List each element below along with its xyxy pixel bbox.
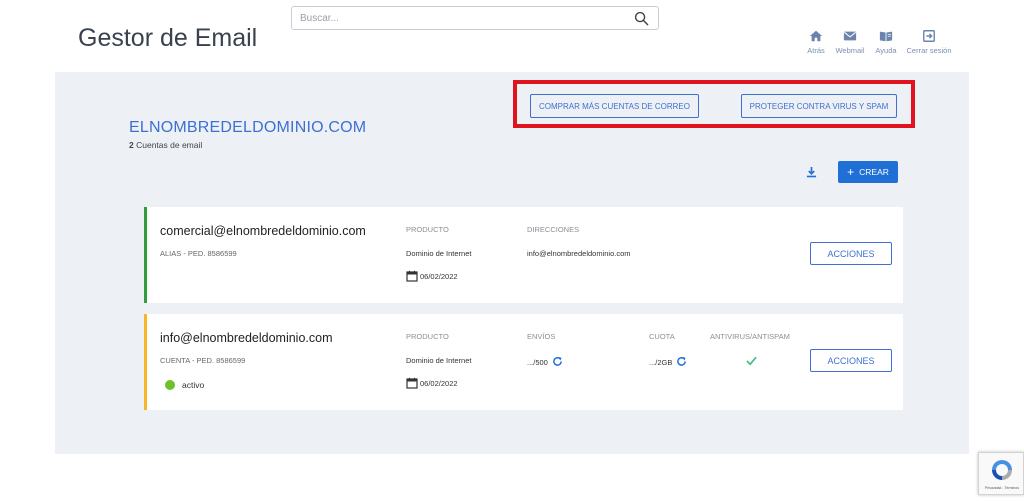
quota-header: CUOTA — [649, 332, 675, 341]
account-card-info: info@elnombredeldominio.com CUENTA - PED… — [144, 314, 903, 410]
date-value: 06/02/2022 — [420, 378, 458, 388]
antivirus-header: ANTIVIRUS/ANTISPAM — [710, 332, 790, 341]
actions-button[interactable]: ACCIONES — [810, 349, 892, 372]
product-header: PRODUCTO — [406, 225, 449, 234]
mail-icon — [843, 31, 857, 41]
plus-icon: + — [847, 165, 855, 179]
nav-back-label: Atrás — [807, 46, 825, 55]
quota-value: .../2GB — [649, 356, 687, 367]
search-box[interactable] — [291, 6, 659, 30]
account-card-comercial: comercial@elnombredeldominio.com ALIAS -… — [144, 207, 903, 303]
account-count: 2 Cuentas de email — [129, 140, 202, 150]
app-title: Gestor de Email — [78, 24, 258, 52]
sends-text: .../500 — [527, 358, 548, 367]
calendar-icon — [406, 377, 418, 389]
account-subtitle: CUENTA - PED. 8586599 — [160, 356, 246, 365]
account-email: comercial@elnombredeldominio.com — [160, 224, 366, 238]
nav-back[interactable]: Atrás — [804, 29, 828, 59]
account-date: 06/02/2022 — [406, 377, 458, 389]
quota-text: .../2GB — [649, 358, 673, 367]
top-bar: Gestor de Email Atrás Webmail — [0, 0, 1024, 72]
sends-header: ENVÍOS — [527, 332, 556, 341]
nav-help-label: Ayuda — [875, 46, 897, 55]
book-icon — [879, 31, 893, 42]
protect-virus-spam-button[interactable]: PROTEGER CONTRA VIRUS Y SPAM — [741, 94, 897, 118]
status-dot-icon — [165, 380, 175, 390]
sends-value: .../500 — [527, 356, 563, 367]
recaptcha-footer: Privacidad - Términos — [985, 486, 1019, 490]
date-value: 06/02/2022 — [420, 271, 458, 281]
nav-logout[interactable]: Cerrar sesión — [904, 29, 954, 59]
buy-more-accounts-button[interactable]: COMPRAR MÁS CUENTAS DE CORREO — [530, 94, 699, 118]
status-label: activo — [182, 380, 205, 390]
account-date: 06/02/2022 — [406, 270, 458, 282]
top-nav: Atrás Webmail Ayuda Cerrar sesión — [804, 29, 954, 59]
recaptcha-icon — [992, 460, 1012, 480]
product-header: PRODUCTO — [406, 332, 449, 341]
status-badge: activo — [165, 380, 204, 390]
actions-button[interactable]: ACCIONES — [810, 242, 892, 265]
search-icon[interactable] — [634, 11, 649, 26]
product-value: Dominio de Internet — [406, 249, 472, 258]
domain-name: ELNOMBREDELDOMINIO.COM — [129, 119, 367, 136]
account-count-label: Cuentas de email — [136, 140, 203, 150]
product-value: Dominio de Internet — [406, 356, 472, 365]
checkmark-icon — [746, 356, 757, 366]
main-panel: COMPRAR MÁS CUENTAS DE CORREO PROTEGER C… — [55, 72, 969, 454]
account-subtitle: ALIAS - PED. 8586599 — [160, 249, 237, 258]
create-label: CREAR — [859, 167, 889, 177]
nav-webmail[interactable]: Webmail — [832, 29, 868, 59]
nav-help[interactable]: Ayuda — [872, 29, 900, 59]
create-button[interactable]: + CREAR — [838, 161, 898, 183]
account-email: info@elnombredeldominio.com — [160, 331, 333, 345]
recaptcha-badge[interactable]: Privacidad - Términos — [978, 452, 1024, 495]
logout-icon — [923, 30, 935, 42]
account-count-number: 2 — [129, 140, 134, 150]
search-input[interactable] — [300, 10, 620, 26]
addresses-header: DIRECCIONES — [527, 225, 580, 234]
addresses-value: info@elnombredeldominio.com — [527, 249, 631, 258]
home-icon — [809, 30, 823, 42]
nav-webmail-label: Webmail — [835, 46, 865, 55]
download-icon[interactable] — [806, 166, 817, 178]
calendar-icon — [406, 270, 418, 282]
refresh-icon[interactable] — [676, 356, 687, 367]
nav-logout-label: Cerrar sesión — [906, 46, 952, 55]
refresh-icon[interactable] — [552, 356, 563, 367]
